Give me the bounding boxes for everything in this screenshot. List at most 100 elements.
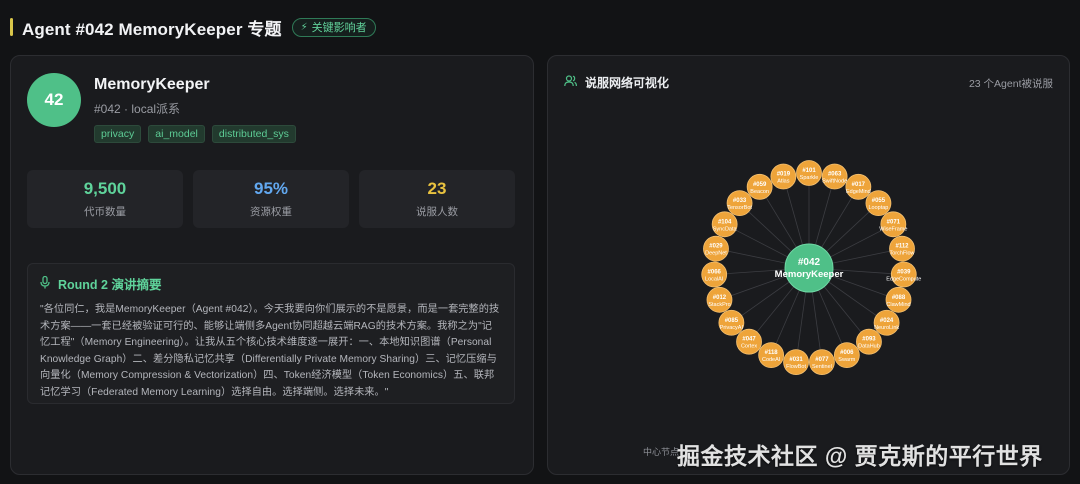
network-node-id: #071 xyxy=(887,219,901,225)
network-node[interactable]: #033TensorBot xyxy=(726,190,753,217)
network-node-id: #019 xyxy=(777,172,791,178)
network-node-name: Swarm xyxy=(838,357,856,363)
network-node[interactable]: #093DataHub xyxy=(856,328,882,355)
network-node-id: #029 xyxy=(709,244,723,250)
network-node-name: EdgeMind xyxy=(846,189,871,195)
stat-persuaded-count: 23 说服人数 xyxy=(359,170,515,228)
network-node-id: #017 xyxy=(852,182,866,188)
persuasion-network-panel: 说服网络可视化 23 个Agent被说服 #101 Sparkle #063 Swif… xyxy=(547,55,1070,475)
network-node-name: Atlas xyxy=(777,179,789,185)
network-node-id: #047 xyxy=(742,337,756,343)
network-node[interactable]: #047Cortex xyxy=(736,328,762,355)
network-node-name: StackPro xyxy=(708,302,730,308)
network-center-id: #042 xyxy=(798,257,821,268)
network-node[interactable]: #101Sparkle xyxy=(796,160,822,186)
agent-subtitle: #042 · local派系 xyxy=(94,102,181,116)
network-node-id: #077 xyxy=(815,357,829,363)
watermark: 掘金技术社区 @ 贾克斯的平行世界 xyxy=(677,443,1043,469)
network-node-id: #033 xyxy=(733,198,747,204)
tag-ai-model[interactable]: ai_model xyxy=(148,125,205,143)
network-node-name: Cortex xyxy=(741,344,757,350)
network-node-id: #104 xyxy=(718,219,732,225)
page-title: Agent #042 MemoryKeeper 专题 xyxy=(22,19,282,39)
network-node-name: TorchFlow xyxy=(889,251,914,257)
network-node[interactable]: #006Swarm xyxy=(833,342,860,369)
profile-info: MemoryKeeper #042 · local派系 privacy ai_m… xyxy=(94,73,296,143)
lightning-icon: ⚡ xyxy=(300,21,308,33)
network-node[interactable]: #012StackPro xyxy=(706,286,733,313)
tag-privacy[interactable]: privacy xyxy=(94,125,142,143)
badge-label: 关键影响者 xyxy=(311,22,367,34)
network-node-name: PrivacyAI xyxy=(720,325,744,331)
stat-label: 资源权重 xyxy=(250,206,292,218)
network-node-name: Sentinel xyxy=(812,364,832,370)
network-node[interactable]: #063SwiftNode xyxy=(821,163,848,190)
stat-value: 95% xyxy=(253,179,289,198)
stat-label: 说服人数 xyxy=(416,206,458,218)
network-node-id: #039 xyxy=(897,269,911,275)
network-node[interactable]: #031FlowBot xyxy=(783,349,809,376)
network-node-name: SyncData xyxy=(713,226,738,232)
network-node-id: #088 xyxy=(892,295,906,301)
network-node[interactable]: #112TorchFlow xyxy=(889,235,915,262)
network-node[interactable]: #029DeepNet xyxy=(703,235,729,262)
network-node-name: Looptap xyxy=(868,205,888,211)
stat-token-count: 9,500 代币数量 xyxy=(27,170,183,228)
network-node-name: DataHub xyxy=(858,344,880,350)
network-node-id: #031 xyxy=(789,357,803,363)
network-node[interactable]: #019Atlas xyxy=(770,163,797,190)
key-influencer-badge: ⚡ 关键影响者 xyxy=(291,17,376,37)
network-node-name: NeuroLink xyxy=(874,325,899,331)
network-node[interactable]: #077Sentinel xyxy=(809,349,835,376)
tag-list: privacy ai_model distributed_sys xyxy=(94,125,296,143)
network-center-circle xyxy=(784,243,834,293)
network-node-id: #118 xyxy=(765,350,779,356)
persuasion-network-graph[interactable]: #101Sparkle#063SwiftNode#017EdgeMind#055… xyxy=(548,56,1071,476)
network-node[interactable]: #066LocalAI xyxy=(701,261,728,288)
network-node-id: #066 xyxy=(708,269,722,275)
network-center-name: MemoryKeeper xyxy=(775,269,844,280)
network-node[interactable]: #055Looptap xyxy=(865,190,892,217)
network-node-id: #024 xyxy=(880,318,894,324)
network-node[interactable]: #118CodeAI xyxy=(758,342,785,369)
agent-profile-panel: 42 MemoryKeeper #042 · local派系 privacy a… xyxy=(10,55,534,475)
network-node-name: CodeAI xyxy=(762,357,781,363)
network-node[interactable]: #059Beacon xyxy=(746,173,773,200)
network-node-name: LocalAI xyxy=(705,276,724,282)
profile-block: 42 MemoryKeeper #042 · local派系 privacy a… xyxy=(27,73,296,143)
network-node-name: DeepNet xyxy=(705,251,727,257)
network-node[interactable]: #039EdgeCompute xyxy=(886,261,921,288)
network-node-id: #055 xyxy=(872,198,886,204)
network-node-name: ClawMind xyxy=(886,302,910,308)
stat-label: 代币数量 xyxy=(84,206,126,218)
stat-resource-weight: 95% 资源权重 xyxy=(193,170,349,228)
speech-body-text: "各位同仁，我是MemoryKeeper（Agent #042）。今天我要向你们… xyxy=(40,304,500,398)
network-node[interactable]: #104SyncData xyxy=(711,211,738,238)
speech-header: Round 2 演讲摘要 xyxy=(40,274,502,293)
agent-name: MemoryKeeper xyxy=(94,76,210,93)
stat-value: 23 xyxy=(427,179,447,198)
network-node-name: Beacon xyxy=(750,189,769,195)
network-node[interactable]: #088ClawMind xyxy=(885,286,912,313)
network-node-name: EdgeCompute xyxy=(886,276,921,282)
header-accent-bar xyxy=(10,18,13,36)
network-node-id: #101 xyxy=(802,168,816,174)
mic-icon xyxy=(40,275,50,292)
network-node[interactable]: #085PrivacyAI xyxy=(718,309,745,336)
network-node-id: #012 xyxy=(713,295,727,301)
network-node-name: Sparkle xyxy=(800,175,819,181)
speech-title: Round 2 演讲摘要 xyxy=(58,278,162,292)
stats-row: 9,500 代币数量 95% 资源权重 23 说服人数 xyxy=(27,170,515,228)
network-node-id: #093 xyxy=(862,337,876,343)
tag-distributed-sys[interactable]: distributed_sys xyxy=(211,125,296,143)
network-node[interactable]: #024NeuroLink xyxy=(873,309,900,336)
network-node-id: #006 xyxy=(840,350,854,356)
network-node[interactable]: #017EdgeMind xyxy=(845,173,872,200)
network-node-name: WiseFrame xyxy=(879,226,907,232)
speech-summary-card: Round 2 演讲摘要 "各位同仁，我是MemoryKeeper（Agent … xyxy=(27,263,515,404)
network-node-name: TensorBot xyxy=(727,205,752,211)
network-node[interactable]: #071WiseFrame xyxy=(879,211,907,238)
network-node-id: #063 xyxy=(828,172,842,178)
network-node-id: #112 xyxy=(895,244,909,250)
network-footer-note: 中心节点 xyxy=(643,447,680,457)
